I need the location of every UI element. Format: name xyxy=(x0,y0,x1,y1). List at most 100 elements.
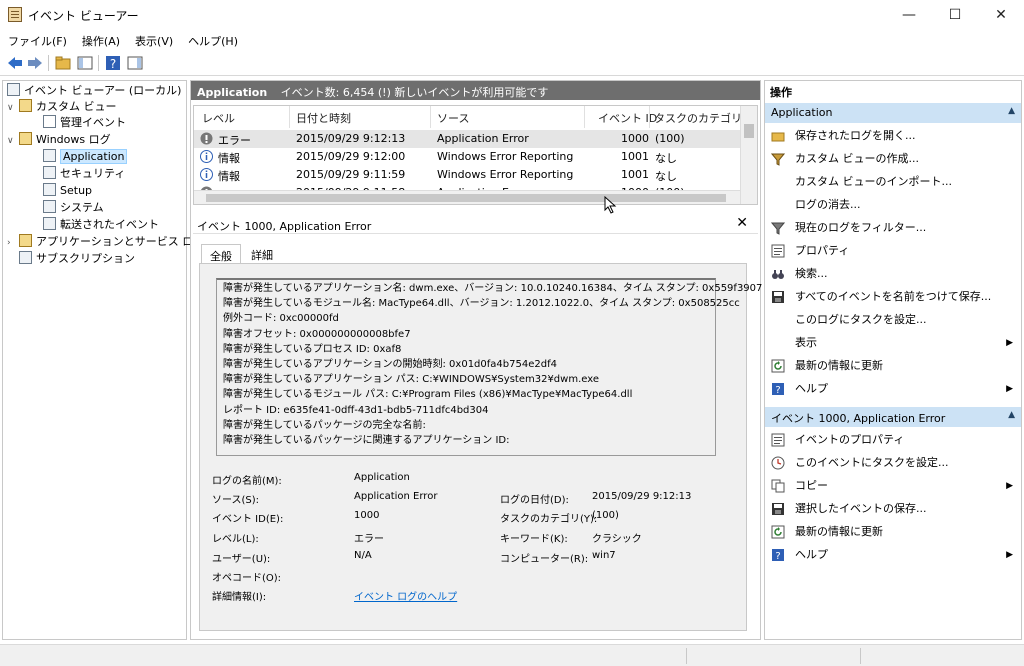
action-filter-current-log[interactable]: 現在のログをフィルター... xyxy=(765,217,1021,239)
show-hide-action-pane-icon[interactable] xyxy=(126,54,144,72)
toolbar: ? xyxy=(0,50,1024,76)
menu-file[interactable]: ファイル(F) xyxy=(0,30,74,50)
value-source: Application Error xyxy=(354,491,438,502)
menu-help[interactable]: ヘルプ(H) xyxy=(180,30,245,50)
cell-event-id: 1000 xyxy=(621,132,649,145)
collapse-up-icon[interactable]: ▲ xyxy=(1008,106,1015,116)
description-line: 障害オフセット: 0x000000000008bfe7 xyxy=(223,328,411,340)
status-divider xyxy=(860,648,861,664)
actions-title: 操作 xyxy=(770,86,792,99)
table-row[interactable]: 情報 2015/09/29 9:11:59 Windows Error Repo… xyxy=(194,166,740,184)
submenu-arrow-icon: ▶ xyxy=(1006,384,1013,394)
action-import-custom-view[interactable]: カスタム ビューのインポート... xyxy=(765,171,1021,193)
tree-application[interactable]: Application xyxy=(43,149,128,165)
actions-section-application[interactable]: Application ▲ xyxy=(765,103,1021,123)
tree-security[interactable]: セキュリティ xyxy=(43,166,125,182)
cell-event-id: 1001 xyxy=(621,150,649,163)
action-label: コピー xyxy=(795,479,828,492)
action-attach-task-to-event[interactable]: このイベントにタスクを設定... xyxy=(765,452,1021,474)
table-row[interactable]: エラー 2015/09/29 9:12:13 Application Error… xyxy=(194,130,740,148)
forward-arrow-icon[interactable] xyxy=(26,54,44,72)
menu-bar: ファイル(F) 操作(A) 表示(V) ヘルプ(H) xyxy=(0,30,1024,50)
description-line: 障害が発生しているパッケージに関連するアプリケーション ID: xyxy=(223,435,510,447)
column-divider[interactable] xyxy=(430,106,431,128)
cell-source: Windows Error Reporting xyxy=(437,168,574,181)
action-label: 検索... xyxy=(795,267,828,280)
action-refresh-event[interactable]: 最新の情報に更新 xyxy=(765,521,1021,543)
action-view[interactable]: 表示 ▶ xyxy=(765,332,1021,354)
task-icon xyxy=(771,456,785,470)
actions-section-event[interactable]: イベント 1000, Application Error ▲ xyxy=(765,407,1021,427)
action-properties[interactable]: プロパティ xyxy=(765,240,1021,262)
tree-custom-views[interactable]: ∨ カスタム ビュー xyxy=(7,99,117,115)
column-divider[interactable] xyxy=(649,106,650,128)
action-create-custom-view[interactable]: カスタム ビューの作成... xyxy=(765,148,1021,170)
collapse-up-icon[interactable]: ▲ xyxy=(1008,410,1015,420)
column-divider[interactable] xyxy=(584,106,585,128)
tab-details[interactable]: 詳細 xyxy=(243,244,281,264)
cell-event-id: 1001 xyxy=(621,168,649,181)
error-icon xyxy=(200,132,213,145)
show-hide-tree-icon[interactable] xyxy=(76,54,94,72)
tree-apps-services-logs[interactable]: › アプリケーションとサービス ログ xyxy=(7,234,204,250)
tree-root[interactable]: イベント ビューアー (ローカル) xyxy=(7,83,181,99)
action-save-all-events[interactable]: すべてのイベントを名前をつけて保存... xyxy=(765,286,1021,308)
column-header-date[interactable]: 日付と時刻 xyxy=(296,110,351,126)
help-icon[interactable]: ? xyxy=(104,54,122,72)
log-header: Application イベント数: 6,454 (!) 新しいイベントが利用可… xyxy=(191,81,760,100)
action-label: 保存されたログを開く... xyxy=(795,129,916,142)
log-icon xyxy=(43,166,56,179)
close-icon[interactable]: ✕ xyxy=(736,215,748,231)
column-header-source[interactable]: ソース xyxy=(437,110,469,126)
refresh-icon xyxy=(771,525,785,539)
folder-icon[interactable] xyxy=(54,54,72,72)
maximize-button[interactable]: ☐ xyxy=(932,0,978,30)
action-help-event[interactable]: ? ヘルプ ▶ xyxy=(765,544,1021,566)
action-save-selected-events[interactable]: 選択したイベントの保存... xyxy=(765,498,1021,520)
submenu-arrow-icon: ▶ xyxy=(1006,338,1013,348)
back-arrow-icon[interactable] xyxy=(6,54,24,72)
vertical-scrollbar[interactable] xyxy=(740,106,757,204)
chevron-down-icon[interactable]: ∨ xyxy=(7,100,17,116)
tree-forwarded-events[interactable]: 転送されたイベント xyxy=(43,217,159,233)
toolbar-separator xyxy=(48,55,49,71)
tree-subscriptions[interactable]: サブスクリプション xyxy=(19,251,135,267)
action-find[interactable]: 検索... xyxy=(765,263,1021,285)
menu-action[interactable]: 操作(A) xyxy=(74,30,127,50)
event-log-help-link[interactable]: イベント ログのヘルプ xyxy=(354,588,457,603)
close-button[interactable]: ✕ xyxy=(978,0,1024,30)
event-detail-header: イベント 1000, Application Error ✕ xyxy=(193,214,758,234)
action-copy[interactable]: コピー ▶ xyxy=(765,475,1021,497)
action-open-saved-log[interactable]: 保存されたログを開く... xyxy=(765,125,1021,147)
properties-icon xyxy=(771,244,785,258)
save-icon xyxy=(772,503,784,515)
chevron-down-icon[interactable]: ∨ xyxy=(7,133,17,149)
column-divider[interactable] xyxy=(289,106,290,128)
action-refresh[interactable]: 最新の情報に更新 xyxy=(765,355,1021,377)
chevron-right-icon[interactable]: › xyxy=(7,235,17,251)
tree-system[interactable]: システム xyxy=(43,200,104,216)
description-line: 障害が発生しているプロセス ID: 0xaf8 xyxy=(223,343,402,355)
action-attach-task-to-log[interactable]: このログにタスクを設定... xyxy=(765,309,1021,331)
action-clear-log[interactable]: ログの消去... xyxy=(765,194,1021,216)
scrollbar-thumb[interactable] xyxy=(206,194,726,202)
event-description[interactable]: 障害が発生しているアプリケーション名: dwm.exe、バージョン: 10.0.… xyxy=(216,278,762,456)
tree-setup[interactable]: Setup xyxy=(43,183,92,199)
menu-view[interactable]: 表示(V) xyxy=(127,30,180,50)
minimize-button[interactable]: — xyxy=(886,0,932,30)
scrollbar-thumb[interactable] xyxy=(744,124,754,138)
horizontal-scrollbar[interactable] xyxy=(194,190,740,204)
table-row[interactable]: 情報 2015/09/29 9:12:00 Windows Error Repo… xyxy=(194,148,740,166)
tab-general[interactable]: 全般 xyxy=(201,244,241,264)
action-event-properties[interactable]: イベントのプロパティ xyxy=(765,429,1021,451)
save-icon xyxy=(772,291,784,303)
cell-category: (100) xyxy=(655,132,685,145)
column-header-task-category[interactable]: タスクのカテゴリ xyxy=(654,110,742,126)
column-header-level[interactable]: レベル xyxy=(202,110,235,126)
cell-level: 情報 xyxy=(218,170,240,183)
tree-windows-logs[interactable]: ∨ Windows ログ xyxy=(7,132,111,148)
tree-admin-events[interactable]: 管理イベント xyxy=(43,115,126,131)
info-icon xyxy=(200,150,213,163)
submenu-arrow-icon: ▶ xyxy=(1006,550,1013,560)
action-help[interactable]: ? ヘルプ ▶ xyxy=(765,378,1021,400)
